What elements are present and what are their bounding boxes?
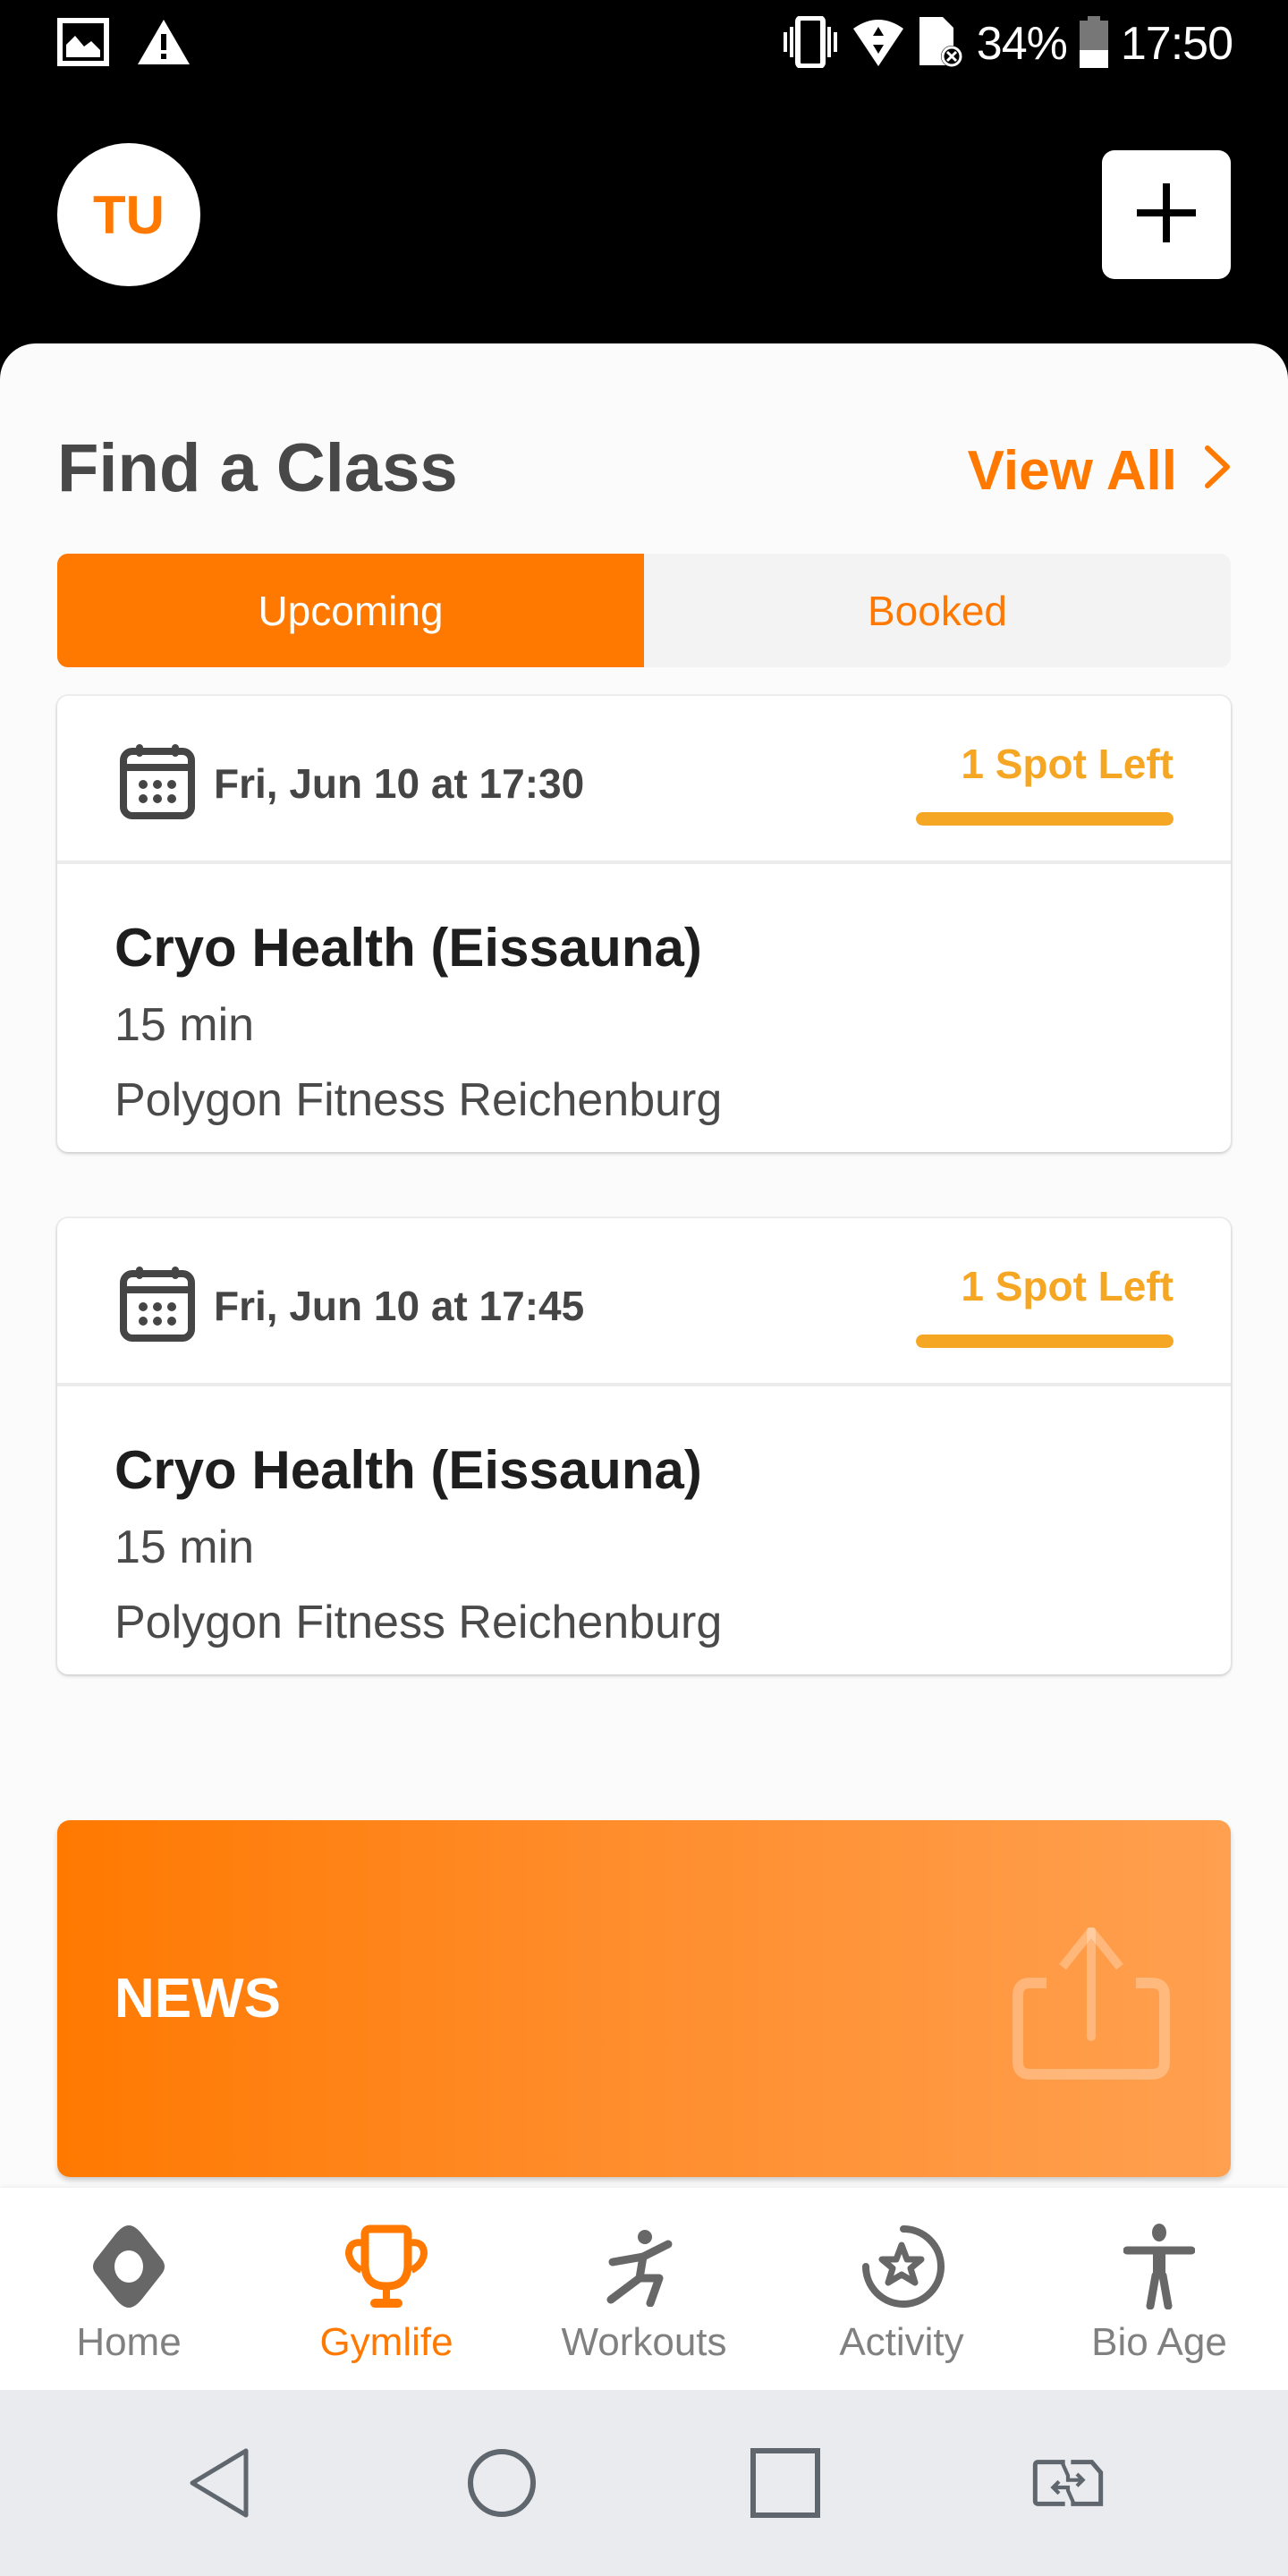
- class-name: Cryo Health (Eissauna): [114, 1440, 702, 1500]
- add-button[interactable]: [1102, 150, 1231, 279]
- class-duration: 15 min: [114, 999, 255, 1051]
- nav-label: Home: [76, 2320, 182, 2364]
- class-name: Cryo Health (Eissauna): [114, 918, 702, 978]
- availability-label: 1 Spot Left: [961, 741, 1174, 787]
- class-card-body: Cryo Health (Eissauna) 15 min Polygon Fi…: [57, 1386, 1231, 1674]
- class-card[interactable]: Fri, Jun 10 at 17:45 1 Spot Left Cryo He…: [57, 1218, 1231, 1674]
- avatar-initials: TU: [93, 184, 165, 245]
- nav-activity[interactable]: Activity: [773, 2188, 1030, 2390]
- tab-upcoming[interactable]: Upcoming: [57, 554, 644, 667]
- find-class-header: Find a Class View All: [57, 433, 1231, 504]
- calendar-icon: [120, 742, 195, 819]
- nav-gymlife[interactable]: Gymlife: [258, 2188, 515, 2390]
- nav-workouts[interactable]: Workouts: [515, 2188, 773, 2390]
- class-card-header: Fri, Jun 10 at 17:45 1 Spot Left: [57, 1218, 1231, 1386]
- wifi-icon: [852, 16, 905, 72]
- class-date: Fri, Jun 10 at 17:30: [214, 760, 585, 807]
- news-title: NEWS: [114, 1968, 281, 2029]
- home-circle-icon[interactable]: [466, 2447, 538, 2519]
- no-sim-icon: [918, 15, 964, 73]
- section-title: Find a Class: [57, 430, 458, 506]
- warning-icon: [136, 18, 191, 71]
- switch-apps-icon[interactable]: [1032, 2447, 1104, 2519]
- view-all-label: View All: [967, 440, 1177, 502]
- availability-label: 1 Spot Left: [961, 1263, 1174, 1309]
- workout-runner-icon: [595, 2222, 693, 2311]
- nav-label: Bio Age: [1091, 2320, 1227, 2364]
- class-card-header: Fri, Jun 10 at 17:30 1 Spot Left: [57, 696, 1231, 864]
- availability-bar-fill: [916, 812, 1174, 826]
- clock: 17:50: [1120, 18, 1233, 70]
- tab-label: Upcoming: [258, 587, 444, 634]
- class-location: Polygon Fitness Reichenburg: [114, 1597, 723, 1648]
- calendar-icon: [120, 1265, 195, 1342]
- activity-star-icon: [852, 2222, 951, 2311]
- back-icon[interactable]: [183, 2447, 255, 2519]
- person-icon: [1110, 2222, 1208, 2311]
- bottom-nav: Home Gymlife Workouts Activity Bio Age: [0, 2188, 1288, 2390]
- nav-bio-age[interactable]: Bio Age: [1030, 2188, 1288, 2390]
- tab-booked[interactable]: Booked: [644, 554, 1231, 667]
- system-nav-bar: [0, 2390, 1288, 2576]
- class-date: Fri, Jun 10 at 17:45: [214, 1283, 585, 1329]
- image-notification-icon: [57, 18, 109, 71]
- nav-label: Workouts: [561, 2320, 727, 2364]
- app-header: TU: [0, 89, 1288, 358]
- battery-percent: 34%: [976, 18, 1068, 70]
- recents-icon[interactable]: [750, 2447, 821, 2519]
- chevron-right-icon: [1204, 438, 1231, 504]
- plus-icon: [1137, 182, 1196, 247]
- avatar[interactable]: TU: [57, 143, 200, 286]
- availability-bar: [916, 1335, 1174, 1348]
- trophy-icon: [337, 2222, 436, 2311]
- view-all-link[interactable]: View All: [968, 438, 1231, 504]
- battery-icon: [1079, 15, 1108, 72]
- tab-label: Booked: [867, 587, 1007, 634]
- availability-bar: [916, 812, 1174, 826]
- nav-label: Activity: [839, 2320, 964, 2364]
- class-location: Polygon Fitness Reichenburg: [114, 1074, 723, 1126]
- class-duration: 15 min: [114, 1521, 255, 1573]
- home-icon: [80, 2222, 178, 2311]
- news-banner[interactable]: NEWS: [57, 1820, 1231, 2177]
- status-bar: 34% 17:50: [0, 0, 1288, 89]
- class-tabs: Upcoming Booked: [57, 554, 1231, 667]
- class-card-body: Cryo Health (Eissauna) 15 min Polygon Fi…: [57, 864, 1231, 1152]
- nav-home[interactable]: Home: [0, 2188, 258, 2390]
- availability-bar-fill: [916, 1335, 1174, 1348]
- nav-label: Gymlife: [319, 2320, 453, 2364]
- class-card[interactable]: Fri, Jun 10 at 17:30 1 Spot Left Cryo He…: [57, 696, 1231, 1152]
- share-icon[interactable]: [1011, 1927, 1172, 2080]
- content-sheet: Find a Class View All Upcoming Booked Fr…: [0, 343, 1288, 2188]
- vibrate-icon: [782, 14, 839, 72]
